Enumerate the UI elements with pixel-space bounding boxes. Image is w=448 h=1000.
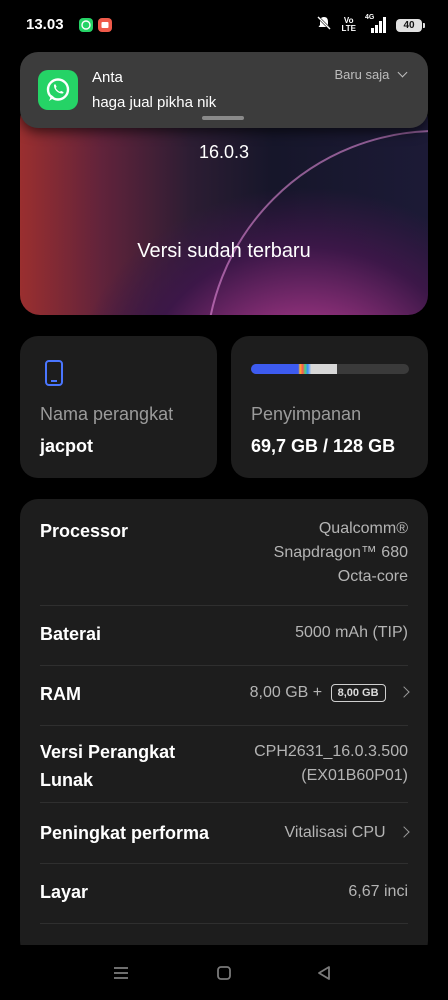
screen-value: 6,67 inci — [348, 883, 408, 900]
ram-amount: 8,00 GB + — [249, 684, 323, 701]
screen-label: Layar — [40, 882, 89, 902]
ram-value: 8,00 GB + 8,00 GB — [249, 681, 410, 705]
volte-indicator: Vo LTE — [341, 17, 356, 33]
software-version-label-line-1: Versi Perangkat — [40, 742, 176, 762]
processor-line-1: Qualcomm® — [318, 520, 408, 537]
software-version-label-line-2: Lunak — [40, 770, 94, 790]
storage-label: Penyimpanan — [251, 404, 362, 424]
processor-line-3: Octa-core — [337, 568, 408, 585]
status-icons: Vo LTE 4G 40 — [316, 14, 425, 36]
battery-label: Baterai — [40, 624, 102, 644]
notification-title: Anta — [92, 69, 123, 86]
chevron-right-icon — [398, 686, 410, 698]
chevron-right-icon — [398, 826, 410, 838]
notification-card[interactable]: Anta haga jual pikha nik Baru saja — [20, 52, 428, 128]
phone-icon — [44, 360, 64, 386]
specs-card: Processor Qualcomm® Snapdragon™ 680 Octa… — [20, 499, 428, 959]
performance-label: Peningkat performa — [40, 823, 210, 843]
app-notification-icon — [98, 18, 112, 32]
software-version-line-2: (EX01B60P01) — [301, 767, 408, 784]
status-bar: 13.03 Vo LTE 4G 40 — [0, 0, 448, 50]
spec-row-processor: Processor Qualcomm® Snapdragon™ 680 Octa… — [40, 515, 408, 606]
notification-time[interactable]: Baru saja — [334, 67, 408, 82]
update-status: Versi sudah terbaru — [137, 240, 311, 262]
device-name-card[interactable]: Nama perangkat jacpot — [20, 336, 217, 478]
storage-usage-bar — [251, 364, 409, 374]
software-version-value: CPH2631_16.0.3.500 (EX01B60P01) — [254, 740, 408, 788]
notification-message: haga jual pikha nik — [92, 94, 217, 111]
home-icon[interactable] — [212, 961, 236, 985]
software-version-line-1: CPH2631_16.0.3.500 — [254, 743, 408, 760]
spec-row-ram[interactable]: RAM 8,00 GB + 8,00 GB — [40, 666, 410, 726]
device-name-value: jacpot — [40, 436, 94, 456]
storage-value: 69,7 GB / 128 GB — [251, 436, 396, 456]
software-version-label: Versi Perangkat Lunak — [40, 738, 175, 794]
whatsapp-icon — [79, 18, 93, 32]
volte-bottom: LTE — [341, 24, 356, 33]
back-icon[interactable] — [312, 961, 336, 985]
whatsapp-icon — [38, 70, 78, 110]
performance-setting: Vitalisasi CPU — [284, 824, 386, 841]
storage-card[interactable]: Penyimpanan 69,7 GB / 128 GB — [231, 336, 428, 478]
signal-icon: 4G — [365, 14, 387, 33]
version-banner: 16.0.3 Versi sudah terbaru — [20, 100, 428, 315]
device-name-label: Nama perangkat — [40, 404, 174, 424]
battery-value: 5000 mAh (TIP) — [295, 624, 408, 641]
status-time: 13.03 — [26, 16, 64, 33]
ram-label: RAM — [40, 684, 81, 704]
ram-expansion-badge: 8,00 GB — [330, 683, 386, 702]
spec-row-screen: Layar 6,67 inci — [40, 864, 408, 924]
performance-value: Vitalisasi CPU — [284, 821, 410, 845]
storage-usage-fill — [251, 364, 338, 374]
processor-label: Processor — [40, 521, 129, 541]
spec-row-software-version: Versi Perangkat Lunak CPH2631_16.0.3.500… — [40, 726, 408, 803]
spec-row-battery: Baterai 5000 mAh (TIP) — [40, 606, 408, 666]
mute-icon — [316, 15, 332, 36]
notification-time-label: Baru saja — [334, 67, 390, 82]
os-version: 16.0.3 — [198, 142, 250, 162]
spec-row-performance[interactable]: Peningkat performa Vitalisasi CPU — [40, 803, 410, 864]
processor-value: Qualcomm® Snapdragon™ 680 Octa-core — [274, 517, 408, 589]
battery-icon: 40 — [396, 18, 425, 32]
navigation-bar — [0, 945, 448, 1000]
notification-drag-handle[interactable] — [202, 116, 244, 120]
chevron-down-icon — [397, 67, 408, 78]
menu-icon[interactable] — [109, 961, 133, 985]
processor-line-2: Snapdragon™ 680 — [273, 544, 408, 561]
